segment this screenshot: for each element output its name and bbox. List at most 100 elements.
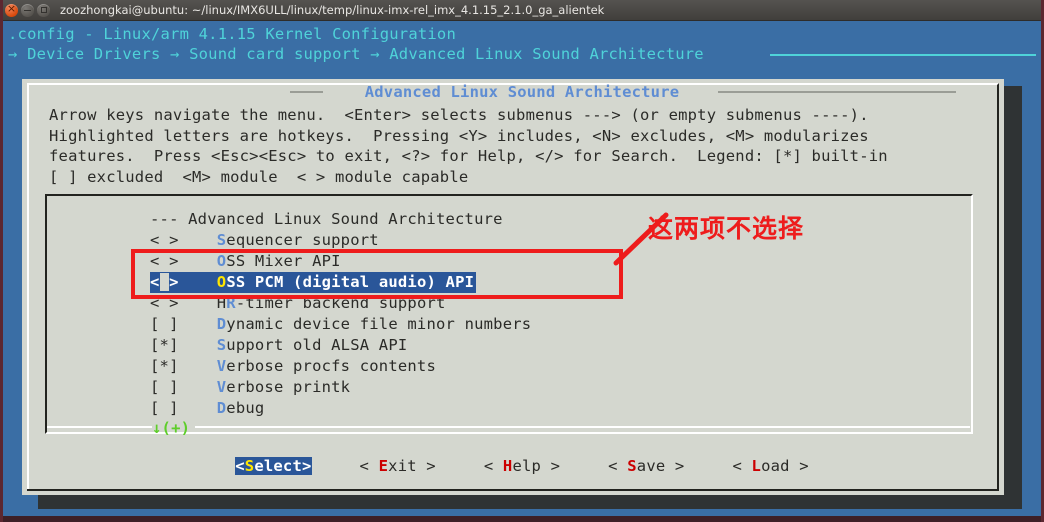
button-hotkey: L <box>751 457 762 475</box>
menu-item[interactable]: [ ] Dynamic device file minor numbers <box>150 314 970 335</box>
menu-row: < > HR-timer backend support <box>150 293 970 314</box>
menu-item-label: erbose printk <box>226 378 351 396</box>
button-label: ave <box>636 457 666 475</box>
menu-row: [ ] Debug <box>150 398 970 419</box>
button-label: elp <box>512 457 542 475</box>
menu-row: --- Advanced Linux Sound Architecture <box>150 209 970 230</box>
menu-item-mark: < <box>150 273 160 291</box>
menu-row: [*] Verbose procfs contents <box>150 356 970 377</box>
menu-item-gap <box>179 231 217 249</box>
menu-item-gap <box>179 399 217 417</box>
menu-item-mark: < > <box>150 252 179 270</box>
button-label: oad <box>761 457 790 475</box>
menu-item[interactable]: < > HR-timer backend support <box>150 293 970 314</box>
bottom-strip <box>0 516 1044 522</box>
menu-item-label: SS PCM (digital audio) API <box>226 273 475 291</box>
kernel-config-breadcrumb: → Device Drivers → Sound card support → … <box>8 45 704 63</box>
menu-item-gap <box>179 378 217 396</box>
screenshot-root: zoozhongkai@ubuntu: ~/linux/IMX6ULL/linu… <box>0 0 1044 522</box>
button-bracket-left: < <box>359 457 379 475</box>
menu-item-mark: [ ] <box>150 315 179 333</box>
menu-row: < > Sequencer support <box>150 230 970 251</box>
menu-item-label: ynamic device file minor numbers <box>226 315 532 333</box>
menu-item-mark: > <box>169 273 217 291</box>
menu-item-mark: < > <box>150 231 179 249</box>
button-bracket-left: < <box>483 457 503 475</box>
load-button[interactable]: < Load > <box>732 457 808 475</box>
select-button[interactable]: <Select> <box>235 457 312 475</box>
menubox-bottom-rule-right <box>195 426 970 428</box>
menu-item[interactable]: < > OSS Mixer API <box>150 251 970 272</box>
menu-item-gap <box>179 252 217 270</box>
annotation-text: 这两项不选择 <box>648 214 805 243</box>
button-hotkey: S <box>627 457 637 475</box>
menu-item-label: equencer support <box>226 231 379 249</box>
exit-button[interactable]: < Exit > <box>360 457 436 475</box>
menu-list: --- Advanced Linux Sound Architecture < >… <box>150 209 970 419</box>
menu-item-hotkey: O <box>216 273 227 291</box>
menu-item-mark: [ ] <box>150 378 179 396</box>
button-label: xit <box>388 457 417 475</box>
button-bracket-left: < <box>732 457 752 475</box>
minimize-icon[interactable] <box>21 3 34 17</box>
menu-row: [ ] Dynamic device file minor numbers <box>150 314 970 335</box>
button-bracket-right: > <box>416 457 436 475</box>
menu-item-hotkey: O <box>216 252 227 270</box>
menu-item[interactable]: [ ] Debug <box>150 398 970 419</box>
window-control-buttons <box>5 2 50 17</box>
menu-item[interactable]: < > Sequencer support <box>150 230 970 251</box>
menu-item-hotkey: D <box>216 315 227 333</box>
scroll-more-indicator: ↓(+) <box>152 419 191 437</box>
menu-item-hotkey: V <box>216 378 227 396</box>
dialog-title-rule-right <box>718 91 956 93</box>
menu-row: < > OSS PCM (digital audio) API <box>150 272 970 293</box>
menu-item-mark: [ ] <box>150 399 179 417</box>
breadcrumb-rule <box>770 54 1036 56</box>
menu-item-label: --- Advanced Linux Sound Architecture <box>150 210 503 228</box>
menu-item[interactable]: [*] Verbose procfs contents <box>150 356 970 377</box>
menu-item-label: SS Mixer API <box>226 252 341 270</box>
menu-item[interactable]: [*] Support old ALSA API <box>150 335 970 356</box>
menu-item-label: ebug <box>226 399 265 417</box>
button-bracket-left: < <box>235 457 245 475</box>
menu-item-label: H <box>216 294 227 312</box>
menu-item-label: erbose procfs contents <box>226 357 436 375</box>
menu-item-mark: [*] <box>150 336 179 354</box>
menu-row: [*] Support old ALSA API <box>150 335 970 356</box>
close-icon[interactable] <box>5 2 18 17</box>
button-bracket-right: > <box>541 457 561 475</box>
help-button[interactable]: < Help > <box>484 457 560 475</box>
menu-item-gap <box>179 294 217 312</box>
button-bracket-left: < <box>608 457 628 475</box>
menu-item[interactable]: [ ] Verbose printk <box>150 377 970 398</box>
menu-item-hotkey: S <box>216 231 227 249</box>
menu-item-gap <box>179 357 217 375</box>
save-button[interactable]: < Save > <box>608 457 684 475</box>
menu-item-hotkey: V <box>216 357 227 375</box>
window-title: zoozhongkai@ubuntu: ~/linux/IMX6ULL/linu… <box>60 3 605 17</box>
button-bracket-right: > <box>301 457 312 475</box>
menu-item-hotkey: R <box>226 294 236 312</box>
menu-row: < > OSS Mixer API <box>150 251 970 272</box>
button-bracket-right: > <box>665 457 685 475</box>
menu-row: [ ] Verbose printk <box>150 377 970 398</box>
menu-item-selected[interactable]: < > OSS PCM (digital audio) API <box>150 272 477 293</box>
menu-item-gap <box>179 315 217 333</box>
maximize-icon[interactable] <box>37 3 50 17</box>
kernel-config-title: .config - Linux/arm 4.1.15 Kernel Config… <box>8 25 456 43</box>
menu-item-hotkey: S <box>216 336 227 354</box>
terminal-area: .config - Linux/arm 4.1.15 Kernel Config… <box>0 21 1044 522</box>
dialog-help-text: Arrow keys navigate the menu. <Enter> se… <box>49 106 888 186</box>
dialog-bottom-rule <box>27 489 999 491</box>
menu-item-gap <box>179 336 217 354</box>
menu-item-mark: < > <box>150 294 179 312</box>
menu-item-mark: [*] <box>150 357 179 375</box>
button-bracket-right: > <box>789 457 809 475</box>
menu-item-label: upport old ALSA API <box>226 336 408 354</box>
menu-item-label: -timer backend support <box>235 294 446 312</box>
window-titlebar: zoozhongkai@ubuntu: ~/linux/IMX6ULL/linu… <box>0 0 1044 21</box>
menu-cursor-cell <box>159 273 170 291</box>
menu-item[interactable]: --- Advanced Linux Sound Architecture <box>150 209 970 230</box>
dialog-button-bar: <Select> < Exit > < Help > < Save > < Load > <box>0 457 1044 475</box>
button-label: elect <box>254 457 302 475</box>
